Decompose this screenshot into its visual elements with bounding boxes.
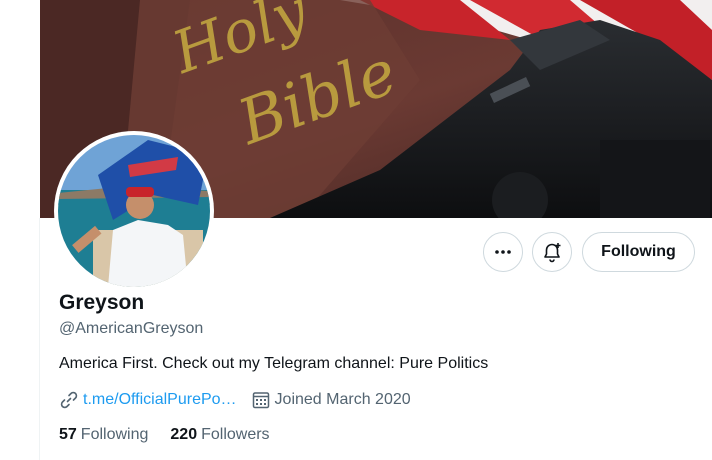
followers-stat[interactable]: 220 Followers — [170, 426, 269, 444]
profile-link[interactable]: t.me/OfficialPurePo… — [59, 390, 237, 410]
following-label: Following — [80, 426, 149, 443]
joined-date: Joined March 2020 — [251, 390, 411, 410]
following-count: 57 — [59, 426, 77, 443]
notifications-button[interactable] — [532, 232, 572, 272]
calendar-icon — [252, 392, 269, 409]
profile-bio: America First. Check out my Telegram cha… — [59, 355, 489, 372]
left-rail — [0, 0, 40, 460]
profile-meta: t.me/OfficialPurePo… Joined March 2020 — [59, 390, 425, 410]
follow-stats: 57 Following 220 Followers — [59, 426, 292, 444]
profile-link-text[interactable]: t.me/OfficialPurePo… — [83, 391, 237, 409]
joined-text: Joined March 2020 — [274, 391, 411, 408]
followers-label: Followers — [201, 426, 270, 443]
avatar-image — [58, 135, 210, 287]
more-button[interactable] — [483, 232, 523, 272]
display-name: Greyson — [59, 291, 145, 314]
followers-count: 220 — [170, 426, 198, 443]
more-dots-icon — [495, 250, 511, 254]
user-handle: @AmericanGreyson — [59, 320, 204, 337]
profile-avatar[interactable] — [54, 131, 214, 291]
following-stat[interactable]: 57 Following — [59, 426, 148, 444]
link-icon — [60, 391, 78, 409]
bell-plus-icon — [544, 243, 561, 263]
column-divider — [39, 218, 40, 460]
following-button[interactable]: Following — [582, 232, 695, 272]
